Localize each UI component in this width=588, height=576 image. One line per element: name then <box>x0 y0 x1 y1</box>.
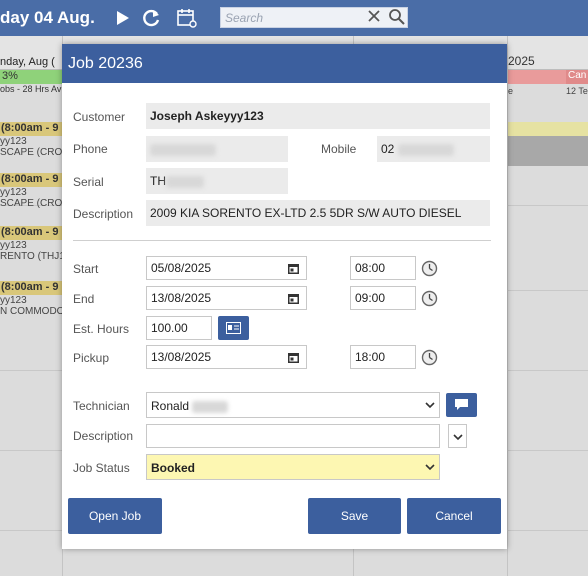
open-job-button[interactable]: Open Job <box>68 498 162 534</box>
calendar-icon[interactable] <box>287 292 300 305</box>
date-title: day 04 Aug. <box>0 8 95 27</box>
id-card-icon <box>226 322 241 334</box>
utilization-summary-right-2: 12 Te <box>566 86 588 96</box>
utilization-summary-right: e <box>508 86 514 96</box>
chevron-down-icon <box>453 434 463 441</box>
hours-calculator-button[interactable] <box>218 316 249 340</box>
event-line: yy123 <box>0 187 27 198</box>
calendar-icon[interactable] <box>287 351 300 364</box>
phone-label: Phone <box>73 142 108 156</box>
end-date-value: 13/08/2025 <box>151 291 212 305</box>
job-description-input[interactable] <box>146 424 440 448</box>
app-toolbar: day 04 Aug. Search <box>0 0 588 36</box>
start-time-input[interactable]: 08:00 <box>350 256 438 280</box>
refresh-icon[interactable] <box>140 7 162 29</box>
calendar-event[interactable]: (8:00am - 9 yy123 SCAPE (CRO <box>0 173 62 209</box>
serial-value: TH <box>146 168 288 194</box>
serial-label: Serial <box>73 175 104 189</box>
event-line: N COMMODO <box>0 306 62 317</box>
end-time-value: 09:00 <box>355 291 386 305</box>
end-date-input[interactable]: 13/08/2025 <box>146 286 307 310</box>
clock-icon[interactable] <box>421 290 438 307</box>
status-value: Booked <box>151 461 196 475</box>
event-line: yy123 <box>0 136 27 147</box>
customer-value: Joseph Askeyyy123 <box>146 103 490 129</box>
start-date-input[interactable]: 05/08/2025 <box>146 256 307 280</box>
job-description-label: Description <box>73 429 134 443</box>
chevron-down-icon <box>425 464 435 471</box>
pickup-date-input[interactable]: 13/08/2025 <box>146 345 307 369</box>
event-line: SCAPE (CRO <box>0 147 62 158</box>
hours-input[interactable]: 100.00 <box>146 316 212 340</box>
description-value: 2009 KIA SORENTO EX-LTD 2.5 5DR S/W AUTO… <box>146 200 490 226</box>
event-line: SCAPE (CRO <box>0 198 62 209</box>
mobile-label: Mobile <box>321 142 357 156</box>
description-label: Description <box>73 207 134 221</box>
event-bar[interactable] <box>508 136 588 166</box>
calendar-icon[interactable] <box>287 262 300 275</box>
day-column-header: nday, Aug ( <box>0 56 55 68</box>
utilization-bar-right-2: Can <box>566 70 588 84</box>
phone-value <box>146 136 288 162</box>
technician-label: Technician <box>73 399 130 413</box>
start-time-value: 08:00 <box>355 261 386 275</box>
start-date-value: 05/08/2025 <box>151 261 212 275</box>
pickup-label: Pickup <box>73 351 110 365</box>
status-label: Job Status <box>73 461 130 475</box>
mobile-value: 02 <box>377 136 490 162</box>
job-dialog: Job 20236 Customer Joseph Askeyyy123 Pho… <box>62 44 507 549</box>
calendar-event[interactable]: (8:00am - 9 yy123 RENTO (THJ1 <box>0 226 62 262</box>
day-column-header-right: 2025 <box>508 54 535 68</box>
start-label: Start <box>73 262 99 276</box>
calendar-settings-icon[interactable] <box>176 7 198 29</box>
utilization-summary: obs - 28 Hrs Av <box>0 84 62 94</box>
calendar-event[interactable]: (8:00am - 9 yy123 N COMMODO <box>0 281 62 317</box>
message-technician-button[interactable] <box>446 393 477 417</box>
event-line: yy123 <box>0 295 27 306</box>
customer-label: Customer <box>73 110 126 124</box>
event-time: (8:00am - 9 <box>0 226 62 240</box>
pickup-time-value: 18:00 <box>355 350 386 364</box>
event-line: RENTO (THJ1 <box>0 251 62 262</box>
description-dropdown-button[interactable] <box>448 424 467 448</box>
serial-prefix: TH <box>150 174 166 188</box>
clear-search-icon[interactable] <box>366 8 382 24</box>
search-icon[interactable] <box>388 8 406 26</box>
event-time: (8:00am - 9 <box>0 281 62 295</box>
hours-label: Est. Hours <box>73 322 130 336</box>
clock-icon[interactable] <box>421 260 438 277</box>
end-time-input[interactable]: 09:00 <box>350 286 438 310</box>
mobile-prefix: 02 <box>381 142 395 156</box>
chevron-down-icon <box>425 402 435 409</box>
pickup-date-value: 13/08/2025 <box>151 350 212 364</box>
play-icon[interactable] <box>112 7 134 29</box>
dialog-title: Job 20236 <box>62 44 507 83</box>
calendar-event[interactable]: (8:00am - 9 yy123 SCAPE (CRO <box>0 122 62 158</box>
save-button[interactable]: Save <box>308 498 401 534</box>
pickup-time-input[interactable]: 18:00 <box>350 345 438 369</box>
event-time: (8:00am - 9 <box>0 173 62 187</box>
chat-icon <box>455 399 468 410</box>
technician-value: Ronald <box>151 399 190 413</box>
event-line: yy123 <box>0 240 27 251</box>
status-select[interactable]: Booked <box>146 454 440 480</box>
clock-icon[interactable] <box>421 349 438 366</box>
technician-select[interactable]: Ronald <box>146 392 440 418</box>
event-bar[interactable] <box>508 122 588 136</box>
utilization-bar-right <box>508 70 566 84</box>
utilization-bar: 3% <box>0 70 62 84</box>
end-label: End <box>73 292 95 306</box>
cancel-button[interactable]: Cancel <box>407 498 501 534</box>
event-time: (8:00am - 9 <box>0 122 62 136</box>
